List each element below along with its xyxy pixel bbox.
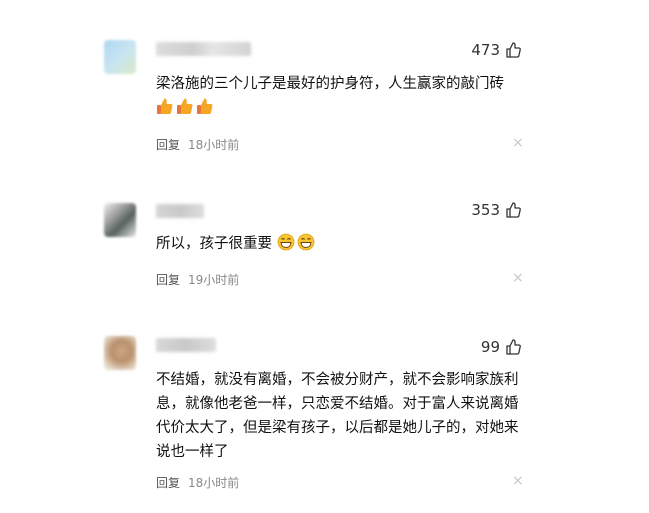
emoji-group [272,233,317,252]
thumbs-up-icon[interactable] [505,42,521,58]
avatar[interactable] [104,336,136,370]
reply-button[interactable]: 回复 [156,138,180,152]
like-control[interactable]: 99 [481,338,521,356]
comment-meta: 回复 19小时前 [156,271,239,288]
close-icon[interactable]: × [512,135,524,151]
reply-button[interactable]: 回复 [156,273,180,287]
avatar[interactable] [104,203,136,237]
like-count: 473 [471,41,500,59]
thumbs-up-icon [197,98,213,114]
comment-text: 不结婚，就没有离婚，不会被分财产，就不会影响家族利息，就像他老爸一样，只恋爱不结… [156,372,519,460]
comment-meta: 回复 18小时前 [156,136,239,153]
comment-meta: 回复 18小时前 [156,474,239,491]
close-icon[interactable]: × [512,473,524,489]
emoji-group [156,98,216,116]
timestamp: 19小时前 [188,273,240,287]
thumbs-up-icon [157,98,173,114]
like-control[interactable]: 353 [471,201,521,219]
reply-button[interactable]: 回复 [156,476,180,490]
like-count: 99 [480,338,500,356]
timestamp: 18小时前 [188,138,240,152]
avatar[interactable] [104,40,136,74]
comment-text: 所以，孩子很重要 [156,232,526,256]
username-blurred[interactable] [156,338,216,352]
grin-face-icon [277,233,295,251]
username-blurred[interactable] [156,204,204,218]
thumbs-up-icon[interactable] [505,339,521,355]
comment-text: 梁洛施的三个儿子是最好的护身符，人生赢家的敲门砖 [156,72,526,120]
username-blurred[interactable] [156,42,251,56]
like-count: 353 [471,201,500,219]
close-icon[interactable]: × [512,270,524,286]
thumbs-up-icon [177,98,193,114]
grin-face-icon [297,233,315,251]
like-control[interactable]: 473 [471,41,521,59]
timestamp: 18小时前 [188,476,240,490]
thumbs-up-icon[interactable] [505,202,521,218]
